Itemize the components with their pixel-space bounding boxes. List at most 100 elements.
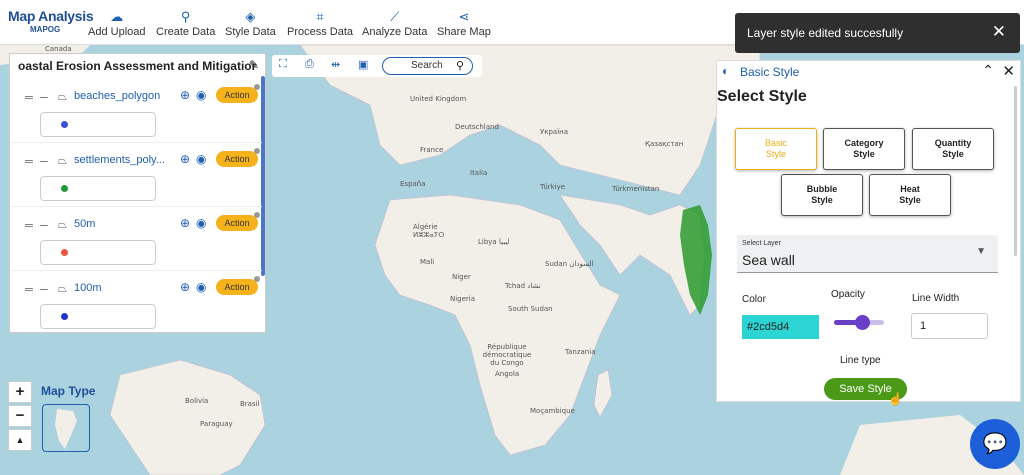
style-panel-scrollbar[interactable]: [1014, 86, 1017, 256]
analyze-icon: ⟋: [390, 9, 400, 24]
logo-title: Map Analysis: [8, 8, 94, 24]
select-layer-dropdown[interactable]: Select Layer Sea wall ▼: [737, 235, 998, 273]
layer-style-swatch[interactable]: [40, 304, 156, 329]
print-icon[interactable]: ⎙: [305, 58, 314, 71]
fullscreen-icon[interactable]: ⛶: [279, 58, 287, 71]
color-picker-field[interactable]: #2cd5d4: [742, 315, 819, 339]
style-button-line2: Style: [899, 195, 921, 205]
heat-style-button[interactable]: Heat Style: [869, 174, 951, 216]
color-label: Color: [742, 294, 766, 305]
map-label: Niger: [452, 273, 471, 281]
opacity-label: Opacity: [831, 289, 865, 300]
zoom-to-layer-icon[interactable]: ⊕: [180, 88, 190, 102]
process-nodes-icon: ⌗: [316, 9, 324, 24]
map-type-thumbnail[interactable]: [42, 404, 90, 452]
dropdown-arrow-icon: ▼: [976, 246, 986, 257]
zoom-to-layer-icon[interactable]: ⊕: [180, 152, 190, 166]
close-icon[interactable]: ✕: [992, 22, 1006, 42]
polygon-layer-icon: ⏢: [58, 219, 67, 231]
map-label: Sudan السودان: [545, 260, 594, 268]
polygon-layer-icon: ⏢: [58, 155, 67, 167]
drag-handle-icon[interactable]: ═ ─: [25, 156, 50, 168]
map-search-button[interactable]: Search ⚲: [382, 57, 473, 75]
zoom-in-button[interactable]: +: [8, 381, 32, 403]
drag-handle-icon[interactable]: ═ ─: [25, 284, 50, 296]
style-button-line1: Bubble: [806, 184, 838, 194]
chat-bubble-icon: 💬: [982, 433, 1008, 455]
category-style-button[interactable]: Category Style: [823, 128, 905, 170]
edit-title-icon[interactable]: ✎: [249, 58, 259, 72]
add-upload-button[interactable]: ☁ Add Upload: [88, 9, 146, 38]
layer-style-swatch[interactable]: [40, 240, 156, 265]
comment-icon[interactable]: ▣: [358, 58, 368, 71]
layer-row[interactable]: ═ ─ ⏢ beaches_polygon ⊕ ◉ Action: [10, 79, 262, 143]
process-data-button[interactable]: ⌗ Process Data: [287, 9, 353, 38]
map-type-label: Map Type: [41, 384, 96, 398]
map-label: Bolivia: [185, 397, 209, 405]
opacity-slider[interactable]: [834, 315, 884, 330]
zoom-to-layer-icon[interactable]: ⊕: [180, 280, 190, 294]
select-layer-value: Sea wall: [742, 252, 795, 268]
create-data-button[interactable]: ⚲ Create Data: [156, 9, 215, 38]
layer-style-swatch[interactable]: [40, 112, 156, 137]
north-reset-button[interactable]: ▲: [8, 429, 32, 451]
layer-name[interactable]: 100m: [74, 282, 102, 294]
polygon-layer-icon: ⏢: [58, 91, 67, 103]
search-icon: ⚲: [455, 60, 464, 72]
hand-cursor-icon: ☝: [888, 392, 903, 406]
layer-color-dot: [61, 185, 68, 192]
chat-support-button[interactable]: 💬: [970, 419, 1020, 469]
line-width-input[interactable]: 1: [911, 313, 988, 339]
measure-icon[interactable]: ⇹: [331, 58, 340, 71]
layer-color-dot: [61, 249, 68, 256]
layer-action-button[interactable]: Action: [216, 148, 260, 167]
layer-name[interactable]: 50m: [74, 218, 95, 230]
map-type-preview: [55, 409, 77, 449]
layer-name[interactable]: beaches_polygon: [74, 90, 160, 102]
visibility-eye-icon[interactable]: ◉: [196, 216, 206, 230]
cloud-upload-icon: ☁: [110, 9, 124, 24]
analyze-data-button[interactable]: ⟋ Analyze Data: [362, 9, 427, 38]
close-icon[interactable]: ✕: [1002, 62, 1015, 80]
layer-row[interactable]: ═ ─ ⏢ settlements_poly... ⊕ ◉ Action: [10, 143, 262, 207]
share-map-button[interactable]: ⋖ Share Map: [437, 9, 491, 38]
layer-action-button[interactable]: Action: [216, 276, 260, 295]
style-panel-header-title: Basic Style: [740, 65, 800, 79]
quantity-style-button[interactable]: Quantity Style: [912, 128, 994, 170]
map-label: United Kingdom: [410, 95, 467, 103]
style-data-button[interactable]: ◈ Style Data: [225, 9, 276, 38]
drag-handle-icon[interactable]: ═ ─: [25, 92, 50, 104]
map-label: Türkiye: [540, 183, 566, 191]
visibility-eye-icon[interactable]: ◉: [196, 280, 206, 294]
select-style-title: Select Style: [717, 88, 807, 105]
line-width-label: Line Width: [912, 293, 960, 304]
layer-action-button[interactable]: Action: [216, 84, 260, 103]
create-data-label: Create Data: [156, 26, 216, 38]
layer-row[interactable]: ═ ─ ⏢ 100m ⊕ ◉ Action: [10, 271, 262, 335]
opacity-slider-knob[interactable]: [854, 315, 870, 330]
map-label: Angola: [495, 370, 520, 378]
layer-color-dot: [61, 121, 68, 128]
basic-style-button[interactable]: Basic Style: [735, 128, 817, 170]
style-button-line1: Category: [844, 138, 884, 148]
zoom-to-layer-icon[interactable]: ⊕: [180, 216, 190, 230]
drag-handle-icon[interactable]: ═ ─: [25, 220, 50, 232]
bubble-style-button[interactable]: Bubble Style: [781, 174, 863, 216]
layer-action-button[interactable]: Action: [216, 212, 260, 231]
map-label: Tanzania: [565, 348, 596, 356]
map-label: Moçambique: [530, 407, 575, 415]
share-map-label: Share Map: [437, 26, 491, 38]
visibility-eye-icon[interactable]: ◉: [196, 88, 206, 102]
layer-name[interactable]: settlements_poly...: [74, 154, 165, 166]
collapse-chevron-icon[interactable]: ⌃: [982, 62, 994, 79]
map-title: oastal Erosion Assessment and Mitigation: [18, 59, 256, 73]
zoom-out-button[interactable]: −: [8, 405, 32, 427]
style-button-line2: Style: [853, 149, 875, 159]
toast-message: Layer style edited succesfully: [747, 26, 904, 40]
app-logo[interactable]: Map Analysis MAPOG: [8, 8, 94, 34]
process-data-label: Process Data: [287, 26, 354, 38]
visibility-eye-icon[interactable]: ◉: [196, 152, 206, 166]
layer-style-swatch[interactable]: [40, 176, 156, 201]
layer-row[interactable]: ═ ─ ⏢ 50m ⊕ ◉ Action: [10, 207, 262, 271]
map-label: France: [420, 146, 444, 154]
